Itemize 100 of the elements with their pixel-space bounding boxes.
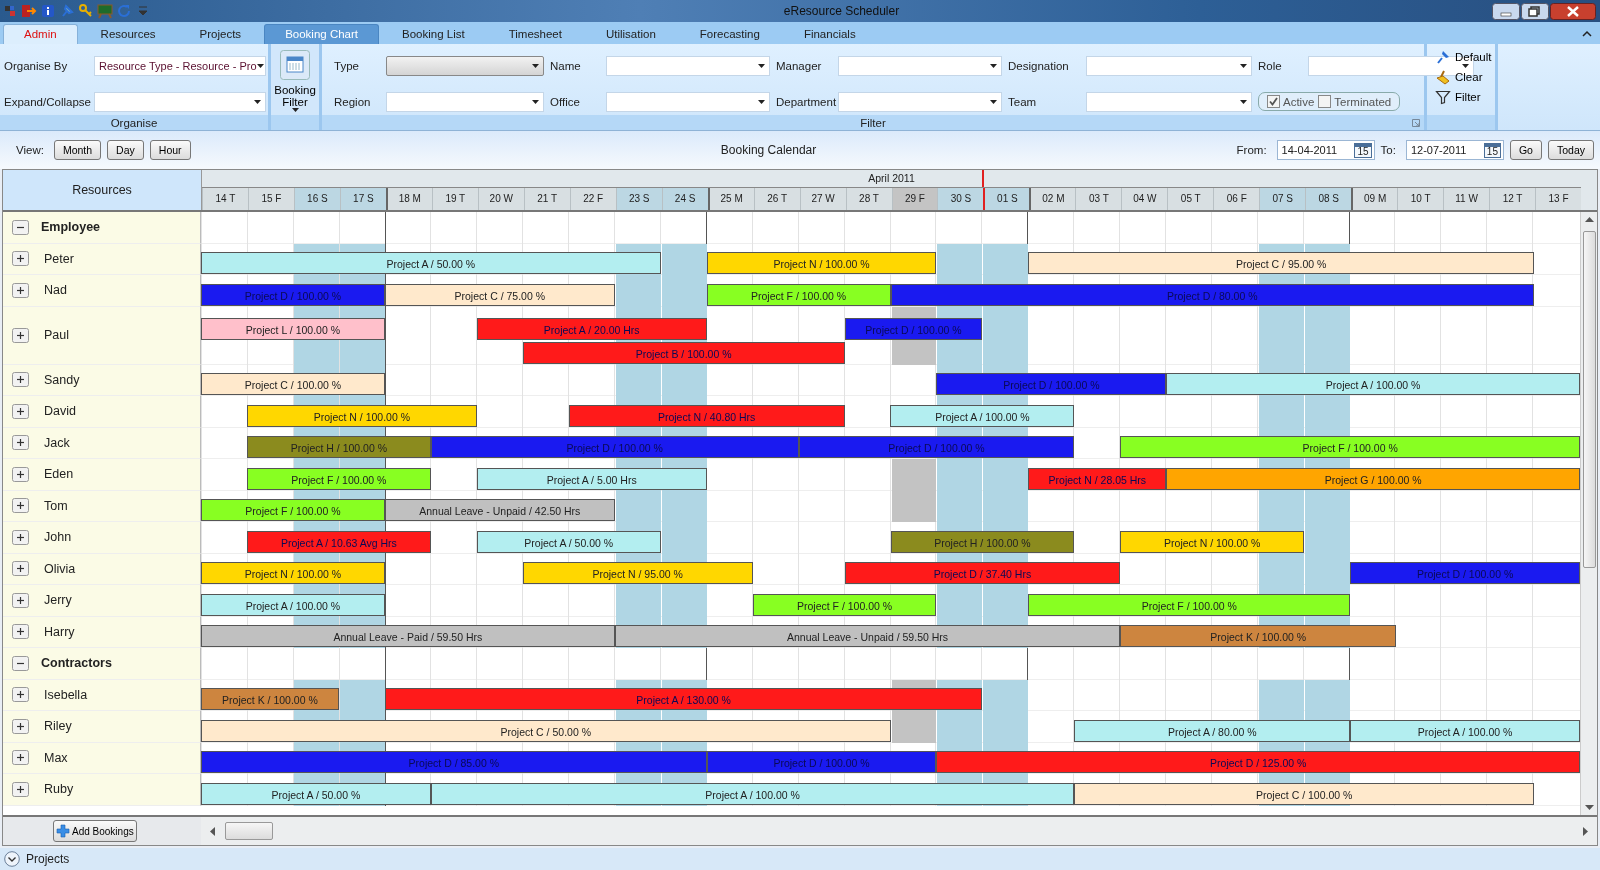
key-icon[interactable]	[78, 3, 94, 19]
collapse-ribbon-icon[interactable]	[1582, 30, 1592, 37]
expand-icon[interactable]	[12, 466, 29, 482]
vertical-scrollbar[interactable]	[1580, 212, 1597, 815]
booking-bar[interactable]: Project A / 100.00 %	[430, 782, 1075, 805]
booking-bar[interactable]: Project L / 100.00 %	[201, 317, 385, 340]
booking-bar[interactable]: Project N / 28.05 Hrs	[1028, 467, 1167, 490]
tab[interactable]: Utilisation	[584, 24, 677, 44]
expand-icon[interactable]	[12, 718, 29, 734]
booking-bar[interactable]: Project N / 40.80 Hrs	[568, 404, 845, 427]
booking-bar[interactable]: Project A / 130.00 %	[384, 688, 983, 710]
booking-bar[interactable]: Project G / 100.00 %	[1166, 467, 1580, 490]
scroll-thumb[interactable]	[225, 822, 273, 840]
horizontal-scrollbar[interactable]	[201, 817, 1597, 845]
scroll-left-icon[interactable]	[209, 826, 215, 836]
booking-filter-button[interactable]: Booking Filter	[271, 44, 319, 115]
booking-bar[interactable]: Project B / 100.00 %	[522, 341, 845, 364]
info-icon[interactable]	[40, 3, 56, 19]
tab[interactable]: Financials	[782, 24, 877, 44]
booking-bar[interactable]: Project A / 10.63 Avg Hrs	[246, 530, 431, 553]
expand-icon[interactable]	[12, 372, 29, 388]
scroll-thumb[interactable]	[1582, 231, 1596, 568]
app-icon[interactable]	[2, 3, 18, 19]
expand-icon[interactable]	[12, 327, 29, 343]
booking-bar[interactable]: Annual Leave - Paid / 59.50 Hrs	[201, 625, 615, 647]
booking-bar[interactable]: Project C / 50.00 %	[201, 719, 891, 742]
booking-bar[interactable]: Project A / 50.00 %	[201, 252, 661, 274]
checkbox[interactable]: Active	[1267, 95, 1315, 109]
today-button[interactable]: Today	[1547, 140, 1594, 160]
ribbon-button[interactable]: Clear	[1435, 68, 1495, 86]
booking-bar[interactable]: Project A / 100.00 %	[1166, 373, 1580, 395]
scroll-right-icon[interactable]	[1583, 826, 1589, 836]
booking-bar[interactable]: Project A / 100.00 %	[890, 404, 1075, 427]
booking-bar[interactable]: Project D / 125.00 %	[936, 751, 1580, 773]
booking-bar[interactable]: Project N / 100.00 %	[201, 562, 385, 584]
collapse-icon[interactable]	[12, 655, 29, 671]
dropdown-field[interactable]: Resource Type - Resource - Pro	[94, 56, 266, 77]
booking-bar[interactable]: Project A / 5.00 Hrs	[476, 467, 707, 490]
maximize-icon[interactable]	[1521, 2, 1549, 20]
scroll-down-icon[interactable]	[1584, 805, 1594, 811]
view-button[interactable]: Hour	[149, 140, 191, 160]
go-button[interactable]: Go	[1509, 140, 1542, 160]
tab[interactable]: Admin	[3, 24, 78, 44]
tab[interactable]: Timesheet	[487, 24, 583, 44]
view-button[interactable]: Month	[53, 140, 102, 160]
calendar-button[interactable]: 15	[1483, 142, 1501, 158]
expand-icon[interactable]	[12, 498, 29, 514]
expand-icon[interactable]	[12, 592, 29, 608]
booking-bar[interactable]: Project D / 37.40 Hrs	[844, 562, 1121, 584]
booking-bar[interactable]: Project C / 100.00 %	[1074, 782, 1535, 805]
booking-bar[interactable]: Project N / 100.00 %	[706, 252, 937, 274]
booking-bar[interactable]: Project F / 100.00 %	[752, 593, 937, 616]
chevron-down-icon[interactable]	[4, 851, 20, 867]
tab[interactable]: Forecasting	[678, 24, 781, 44]
view-button[interactable]: Day	[107, 140, 144, 160]
booking-bar[interactable]: Project F / 100.00 %	[201, 499, 385, 521]
booking-bar[interactable]: Project F / 100.00 %	[246, 467, 431, 490]
booking-bar[interactable]: Project A / 100.00 %	[1350, 719, 1580, 742]
scroll-up-icon[interactable]	[1584, 216, 1594, 222]
booking-bar[interactable]: Project A / 100.00 %	[201, 593, 385, 616]
booking-bar[interactable]: Project N / 100.00 %	[1120, 530, 1305, 553]
expand-icon[interactable]	[12, 561, 29, 577]
expand-icon[interactable]	[12, 529, 29, 545]
tab[interactable]: Booking List	[381, 24, 486, 44]
calendar-button[interactable]: 15	[1354, 142, 1372, 158]
close-icon[interactable]	[1550, 2, 1596, 20]
expand-icon[interactable]	[12, 687, 29, 703]
booking-bar[interactable]: Project F / 100.00 %	[706, 283, 891, 306]
booking-bar[interactable]: Project A / 50.00 %	[476, 530, 661, 553]
date-field[interactable]: 14-04-2011 15	[1276, 140, 1375, 160]
booking-bar[interactable]: Project N / 100.00 %	[246, 404, 477, 427]
booking-bar[interactable]: Project K / 100.00 %	[201, 688, 339, 710]
tab[interactable]: Resources	[79, 24, 177, 44]
booking-bar[interactable]: Project H / 100.00 %	[246, 436, 431, 458]
expand-icon[interactable]	[12, 435, 29, 451]
exit-icon[interactable]	[21, 3, 37, 19]
expand-icon[interactable]	[12, 624, 29, 640]
booking-bar[interactable]: Project F / 100.00 %	[1028, 593, 1351, 616]
add-bookings-button[interactable]: Add Bookings	[53, 820, 137, 842]
expand-icon[interactable]	[12, 750, 29, 766]
booking-bar[interactable]: Annual Leave - Unpaid / 42.50 Hrs	[384, 499, 615, 521]
minimize-icon[interactable]	[1492, 2, 1520, 20]
date-field[interactable]: 12-07-2011 15	[1405, 140, 1504, 160]
booking-bar[interactable]: Project A / 20.00 Hrs	[476, 317, 707, 340]
expand-icon[interactable]	[12, 781, 29, 797]
booking-bar[interactable]: Project C / 75.00 %	[384, 283, 615, 306]
checkbox-icon[interactable]	[1318, 95, 1332, 109]
tab[interactable]: Projects	[178, 24, 263, 44]
expand-icon[interactable]	[12, 282, 29, 298]
checkbox-icon[interactable]	[1267, 95, 1280, 109]
booking-bar[interactable]: Project A / 80.00 %	[1074, 719, 1351, 742]
booking-bar[interactable]: Project A / 50.00 %	[201, 782, 431, 805]
collapse-icon[interactable]	[12, 219, 29, 235]
booking-bar[interactable]: Project H / 100.00 %	[890, 530, 1075, 553]
booking-bar[interactable]: Project K / 100.00 %	[1120, 625, 1397, 647]
booking-bar[interactable]: Annual Leave - Unpaid / 59.50 Hrs	[614, 625, 1121, 647]
booking-bar[interactable]: Project N / 95.00 %	[522, 562, 753, 584]
expand-icon[interactable]	[12, 251, 29, 267]
checkbox[interactable]: Terminated	[1318, 95, 1392, 109]
booking-bar[interactable]: Project F / 100.00 %	[1120, 436, 1580, 458]
